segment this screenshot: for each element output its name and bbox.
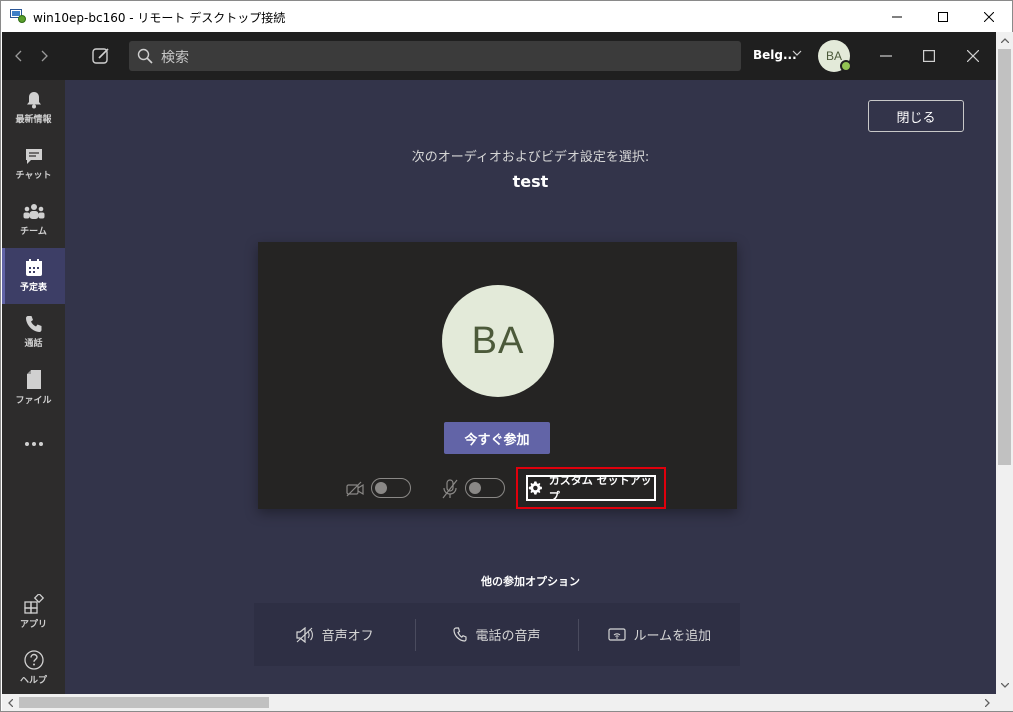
settings-prompt: 次のオーディオおよびビデオ設定を選択:: [411, 150, 650, 165]
more-icon: [24, 442, 43, 446]
join-now-button[interactable]: 今すぐ参加: [444, 422, 550, 454]
remote-desktop-icon: [10, 9, 26, 23]
rail-item-help[interactable]: ヘルプ: [2, 640, 65, 694]
custom-setup-button[interactable]: カスタム セットアップ: [526, 474, 656, 503]
rail-item-label: ヘルプ: [19, 676, 47, 686]
app-maximize-button[interactable]: [909, 40, 949, 72]
rail-item-label: チーム: [20, 227, 47, 237]
avatar: BA: [442, 285, 554, 397]
phone-audio-option[interactable]: 電話の音声: [415, 618, 577, 651]
arrow-left-icon: [8, 698, 13, 707]
room-icon: [607, 627, 626, 641]
window-maximize-button[interactable]: [920, 1, 966, 32]
camera-off-icon: [346, 481, 364, 497]
toggle-knob: [469, 482, 481, 494]
scroll-up-button[interactable]: [996, 32, 1013, 49]
window-minimize-button[interactable]: [874, 1, 920, 32]
active-indicator: [2, 248, 5, 304]
gear-icon: [528, 481, 543, 495]
app-close-button[interactable]: [953, 40, 993, 72]
chat-icon: [25, 149, 42, 164]
teams-client: 検索 Belg... BA 最新情報 チャット チーム 予定表 通話 ファイル …: [2, 32, 996, 694]
search-placeholder: 検索: [161, 50, 189, 66]
chevron-right-icon: [41, 50, 48, 62]
minimize-icon: [880, 55, 892, 57]
window-titlebar: win10ep-bc160 - リモート デスクトップ接続: [1, 1, 1012, 32]
arrow-up-icon: [1000, 38, 1009, 43]
rail-item-label: アプリ: [19, 620, 47, 630]
close-icon: [967, 50, 979, 62]
chevron-down-icon[interactable]: [792, 49, 802, 57]
option-label: ルームを追加: [633, 629, 712, 644]
scroll-right-button[interactable]: [979, 694, 996, 711]
horizontal-scrollbar[interactable]: [2, 694, 996, 711]
search-box[interactable]: 検索: [129, 41, 741, 71]
back-button[interactable]: [8, 46, 28, 66]
phone-icon: [453, 626, 468, 642]
rail-item-more[interactable]: [2, 416, 65, 472]
other-options-title: 他の参加オプション: [481, 575, 580, 588]
search-icon: [137, 48, 153, 64]
chevron-left-icon: [15, 50, 22, 62]
app-bar: 最新情報 チャット チーム 予定表 通話 ファイル アプリ ヘルプ: [2, 80, 65, 694]
horizontal-scroll-thumb[interactable]: [19, 697, 269, 708]
remote-desktop-window: win10ep-bc160 - リモート デスクトップ接続 検索 Belg...…: [0, 0, 1013, 712]
help-icon: [23, 650, 44, 670]
rail-item-label: 通話: [24, 339, 43, 349]
rail-item-chat[interactable]: チャット: [2, 136, 65, 192]
speaker-off-icon: [296, 626, 313, 643]
window-close-button[interactable]: [966, 1, 1012, 32]
compose-icon[interactable]: [90, 45, 112, 67]
file-icon: [26, 370, 41, 389]
rail-item-label: チャット: [15, 171, 52, 181]
pre-join-screen: 閉じる 次のオーディオおよびビデオ設定を選択: test BA 今すぐ参加 カス…: [65, 80, 996, 694]
option-label: 音声オフ: [321, 629, 374, 644]
org-switcher[interactable]: Belg...: [753, 48, 797, 62]
custom-setup-label: カスタム セットアップ: [548, 474, 652, 503]
vertical-scrollbar[interactable]: [996, 32, 1013, 694]
toggle-knob: [375, 482, 387, 494]
mic-toggle[interactable]: [465, 478, 505, 498]
other-join-options: 音声オフ 電話の音声 ルームを追加: [254, 603, 740, 666]
meeting-title: test: [512, 172, 549, 191]
maximize-icon: [923, 50, 935, 62]
window-title: win10ep-bc160 - リモート デスクトップ接続: [33, 11, 286, 25]
phone-icon: [25, 316, 41, 332]
forward-button[interactable]: [35, 46, 55, 66]
rail-item-apps[interactable]: アプリ: [2, 584, 65, 640]
close-icon: [984, 11, 994, 22]
camera-toggle[interactable]: [371, 478, 411, 498]
rail-item-label: 最新情報: [15, 115, 52, 125]
teams-topbar: 検索 Belg... BA: [2, 32, 996, 80]
teams-icon: [23, 204, 44, 219]
arrow-down-icon: [1000, 683, 1009, 688]
rail-item-calendar[interactable]: 予定表: [2, 248, 65, 304]
status-available-icon: [840, 60, 852, 72]
bell-icon: [26, 92, 41, 109]
rail-item-label: ファイル: [15, 396, 52, 406]
rail-item-label: 予定表: [19, 283, 47, 293]
rail-item-calls[interactable]: 通話: [2, 304, 65, 360]
scroll-left-button[interactable]: [2, 694, 19, 711]
maximize-icon: [938, 11, 948, 22]
calendar-icon: [25, 259, 42, 276]
scroll-down-button[interactable]: [996, 677, 1013, 694]
rail-item-activity[interactable]: 最新情報: [2, 80, 65, 136]
arrow-right-icon: [985, 698, 990, 707]
vertical-scroll-thumb[interactable]: [998, 49, 1011, 465]
option-label: 電話の音声: [475, 629, 541, 644]
apps-icon: [23, 594, 44, 614]
scrollbar-corner: [996, 694, 1013, 711]
audio-off-option[interactable]: 音声オフ: [254, 619, 415, 651]
add-room-option[interactable]: ルームを追加: [577, 618, 740, 651]
minimize-icon: [892, 16, 902, 17]
rail-item-files[interactable]: ファイル: [2, 360, 65, 416]
mic-off-icon: [442, 479, 458, 499]
app-minimize-button[interactable]: [866, 40, 906, 72]
rail-item-teams[interactable]: チーム: [2, 192, 65, 248]
close-button[interactable]: 閉じる: [868, 100, 964, 132]
video-preview-panel: BA 今すぐ参加 カスタム セットアップ: [258, 242, 737, 509]
